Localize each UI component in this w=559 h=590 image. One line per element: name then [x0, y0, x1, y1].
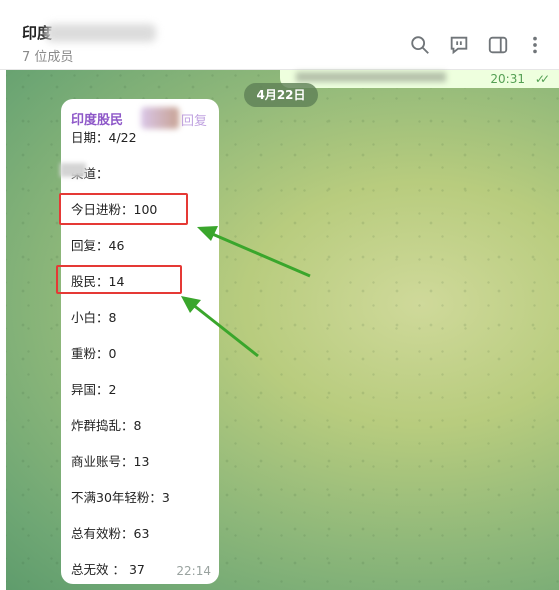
double-check-icon: ✓✓ — [534, 72, 550, 86]
redacted-channel — [60, 163, 86, 177]
sidebar-icon[interactable] — [487, 34, 509, 56]
chat-icon[interactable] — [448, 34, 470, 56]
date-line: 日期：4/22 — [71, 130, 137, 145]
redacted-title — [46, 24, 156, 42]
chat-header: 印度 7 位成员 — [0, 0, 559, 70]
redacted-message — [296, 72, 446, 82]
novices-line: 小白：8 — [71, 310, 117, 325]
total-invalid-line: 总无效 ： 37 — [71, 562, 145, 577]
highlight-box-new-fans — [59, 193, 188, 225]
sender-name[interactable]: 印度股民 — [71, 109, 123, 128]
reply-label: 回复 — [181, 114, 208, 129]
date-separator: 4月22日 — [244, 83, 318, 107]
replies-line: 回复：46 — [71, 238, 125, 253]
business-line: 商业账号：13 — [71, 454, 150, 469]
under-30-line: 不满30年轻粉：3 — [71, 490, 170, 505]
disruptive-line: 炸群捣乱：8 — [71, 418, 142, 433]
highlight-box-investors — [56, 265, 182, 294]
foreign-line: 异国：2 — [71, 382, 117, 397]
previous-message[interactable]: 20:31 ✓✓ — [280, 70, 559, 88]
message-time: 22:14 — [176, 564, 211, 578]
message-time: 20:31 — [490, 72, 525, 86]
total-valid-line: 总有效粉：63 — [71, 526, 150, 541]
more-icon[interactable] — [524, 34, 546, 56]
search-icon[interactable] — [409, 34, 431, 56]
member-count[interactable]: 7 位成员 — [22, 46, 73, 65]
duplicates-line: 重粉：0 — [71, 346, 117, 361]
redacted-sender — [141, 107, 179, 129]
